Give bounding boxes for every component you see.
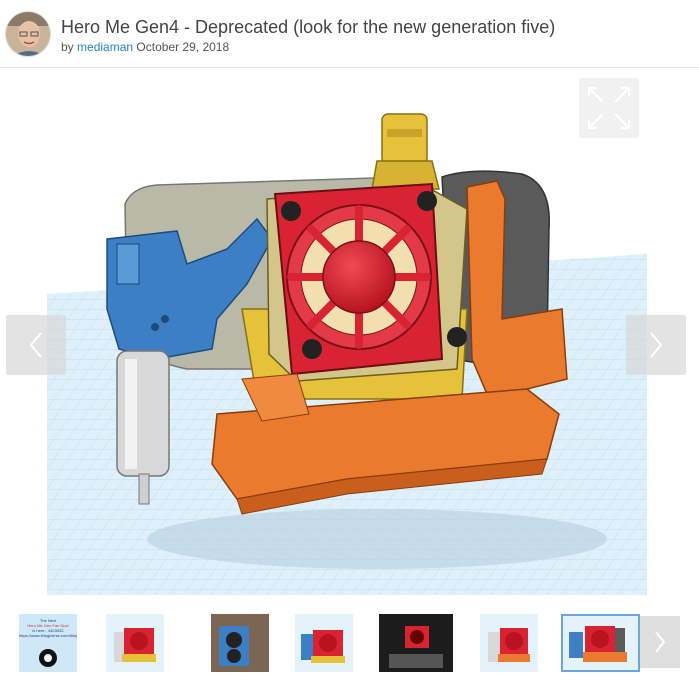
thumbnail[interactable] xyxy=(211,614,269,672)
main-image xyxy=(47,69,647,595)
chevron-left-icon xyxy=(29,332,42,358)
thumbnail-next-button[interactable] xyxy=(640,616,680,668)
fullscreen-button[interactable] xyxy=(579,78,639,138)
prev-image-button[interactable] xyxy=(6,315,66,375)
chevron-right-icon xyxy=(655,631,666,653)
byline: by mediaman October 29, 2018 xyxy=(61,40,229,54)
chevron-right-icon xyxy=(650,332,663,358)
thumbnail[interactable] xyxy=(106,614,164,672)
author-link[interactable]: mediaman xyxy=(77,40,133,54)
thumbnail[interactable]: The Next Hero Me Gen Fan Duct is here - … xyxy=(19,614,77,672)
thumbnail[interactable] xyxy=(480,614,538,672)
publish-date: October 29, 2018 xyxy=(136,40,230,54)
thumbnail[interactable] xyxy=(379,614,453,672)
thumbnail-strip: The Next Hero Me Gen Fan Duct is here - … xyxy=(0,598,699,681)
thumbnail[interactable] xyxy=(295,614,353,672)
thumbnail-text: The Next Hero Me Gen Fan Duct is here - … xyxy=(19,614,77,638)
expand-icon xyxy=(588,87,630,129)
byline-prefix: by xyxy=(61,40,74,54)
avatar[interactable] xyxy=(5,11,51,57)
page-title: Hero Me Gen4 - Deprecated (look for the … xyxy=(61,17,556,37)
thumbnail-text-line: https://www.thingiverse.com/thing:440393… xyxy=(19,633,77,638)
thumbnail-active[interactable] xyxy=(561,614,640,672)
next-image-button[interactable] xyxy=(626,315,686,375)
page-header: Hero Me Gen4 - Deprecated (look for the … xyxy=(0,0,699,68)
image-viewer xyxy=(0,69,699,595)
